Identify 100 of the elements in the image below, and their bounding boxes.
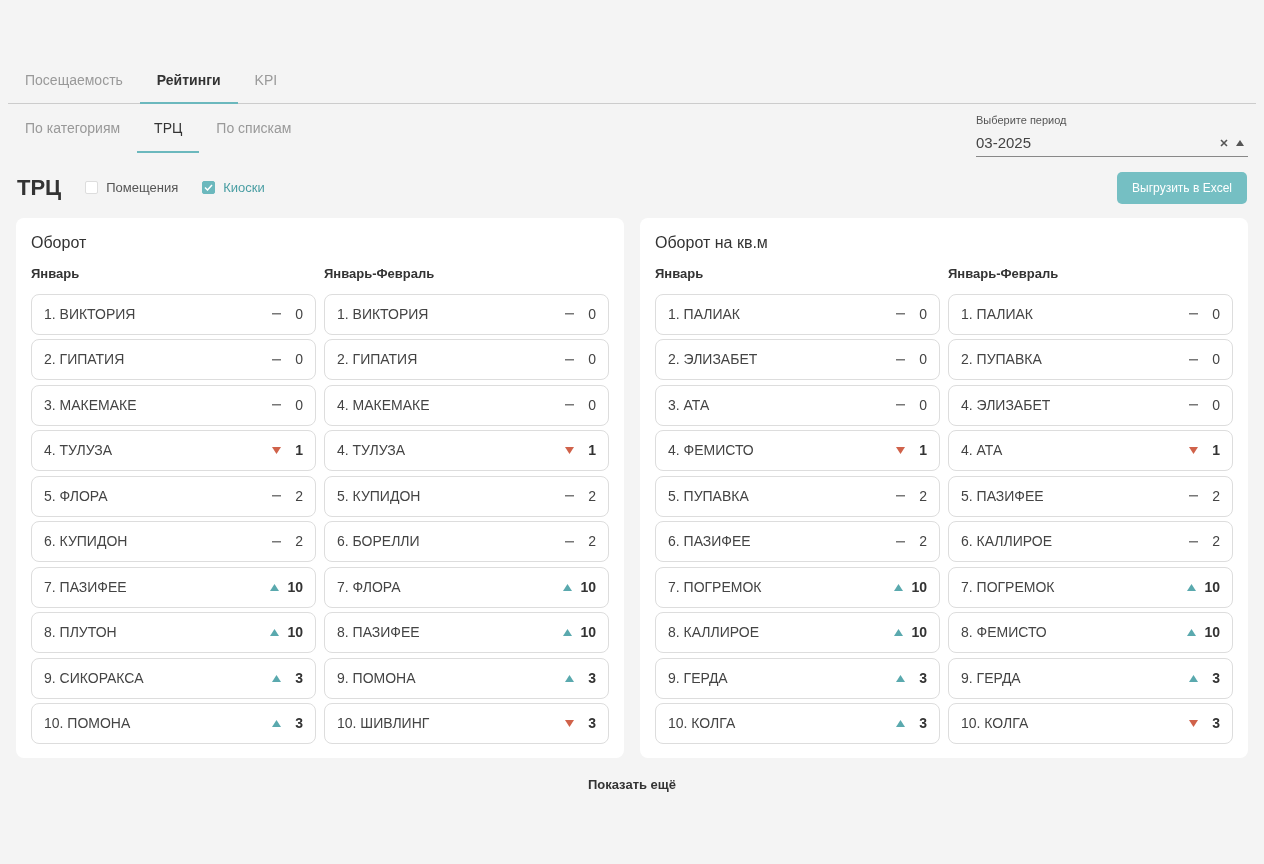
tab[interactable]: По категориям [8,104,138,153]
tab[interactable]: KPI [237,60,295,104]
rating-name: 4. АТА [961,441,1004,460]
rating-name: 2. ГИПАТИЯ [44,350,126,369]
rating-value: 2 [1211,532,1220,551]
rating-value: 0 [1211,395,1220,415]
rating-name: 9. ГЕРДА [961,668,1022,688]
rating-value: 2 [918,486,927,506]
rating-name: 1. ПАЛИАК [668,304,742,324]
rating-value: 1 [918,441,927,460]
rating-value: 1 [1211,441,1220,460]
rating-name: 10. ШИВЛИНГ [337,714,431,733]
rating-value: 3 [1211,668,1220,688]
rating-value: 1 [587,441,596,460]
rating-value: 10 [911,577,927,597]
rating-name: 4. ТУЛУЗА [337,441,407,460]
rating-name: 8. ПАЗИФЕЕ [337,623,421,642]
rating-name: 6. БОРЕЛЛИ [337,532,421,551]
rating-value: 3 [918,668,927,688]
rating-name: 5. ПАЗИФЕЕ [961,486,1045,506]
rating-value: 3 [1211,714,1220,733]
rating-value: 2 [294,486,303,506]
checkbox[interactable] [202,181,216,194]
rating-value: 10 [580,623,596,642]
rating-value: 0 [1211,304,1220,324]
rating-name: 3. МАКЕМАКЕ [44,395,138,415]
tab[interactable]: ТРЦ [137,104,200,153]
rating-name: 4. МАКЕМАКЕ [337,395,431,415]
rating-name: 10. ПОМОНА [44,714,132,733]
rating-name: 1. ВИКТОРИЯ [337,304,430,324]
rating-value: 10 [911,623,927,642]
period-label: Выберите период [976,113,1068,128]
rating-value: 0 [294,395,303,415]
tab[interactable]: Рейтинги [139,60,238,104]
checkbox-label: Помещения [106,178,179,197]
rating-name: 7. ПОГРЕМОК [961,577,1056,597]
checkbox-label: Киоски [223,178,265,197]
rating-value: 3 [294,714,303,733]
rating-value: 3 [918,714,927,733]
rating-name: 3. АТА [668,395,711,415]
rating-name: 8. ПЛУТОН [44,623,118,642]
rating-value: 0 [587,350,596,369]
rating-name: 6. ПАЗИФЕЕ [668,532,752,551]
rating-name: 10. КОЛГА [961,714,1030,733]
rating-value: 10 [287,577,303,597]
rating-value: 0 [1211,350,1220,369]
rating-value: 0 [918,304,927,324]
rating-value: 3 [587,714,596,733]
rating-value: 10 [287,623,303,642]
panel-title: Оборот [31,234,87,251]
rating-name: 2. ГИПАТИЯ [337,350,419,369]
rating-name: 1. ПАЛИАК [961,304,1035,324]
export-excel-button[interactable]: Выгрузить в Excel [1117,171,1247,204]
rating-value: 0 [294,304,303,324]
rating-name: 6. КУПИДОН [44,532,129,551]
rating-value: 3 [587,668,596,688]
rating-value: 0 [918,395,927,415]
rating-name: 4. ФЕМИСТО [668,441,755,460]
rating-value: 2 [918,532,927,551]
rating-name: 8. ФЕМИСТО [961,623,1048,642]
column-title: Январь [655,266,704,281]
rating-value: 0 [587,395,596,415]
checkbox[interactable] [85,181,99,194]
rating-name: 4. ТУЛУЗА [44,441,114,460]
rating-value: 1 [294,441,303,460]
rating-value: 10 [580,577,596,597]
rating-name: 7. ПОГРЕМОК [668,577,763,597]
rating-value: 0 [587,304,596,324]
rating-name: 5. КУПИДОН [337,486,422,506]
rating-value: 0 [294,350,303,369]
rating-name: 7. ПАЗИФЕЕ [44,577,128,597]
rating-name: 1. ВИКТОРИЯ [44,304,137,324]
rating-name: 8. КАЛЛИРОЕ [668,623,761,642]
show-more-button[interactable]: Показать ещё [581,774,683,796]
rating-value: 2 [1211,486,1220,506]
rating-name: 10. КОЛГА [668,714,737,733]
rating-name: 6. КАЛЛИРОЕ [961,532,1054,551]
rating-name: 2. ЭЛИЗАБЕТ [668,350,759,369]
rating-name: 2. ПУПАВКА [961,350,1043,369]
close-icon[interactable] [1220,138,1228,147]
column-title: Январь-Февраль [948,266,1059,281]
tab[interactable]: По спискам [199,104,309,153]
rating-name: 5. ПУПАВКА [668,486,750,506]
rating-value: 10 [1204,623,1220,642]
rating-value: 3 [294,668,303,688]
rating-value: 2 [587,486,596,506]
period-field[interactable]: 03-2025 [976,131,1220,154]
rating-value: 2 [587,532,596,551]
rating-value: 0 [918,350,927,369]
rating-value: 2 [294,532,303,551]
tab[interactable]: Посещаемость [8,60,140,104]
caret-up-icon[interactable] [1236,139,1244,146]
panel-title: Оборот на кв.м [655,234,768,251]
section-heading: ТРЦ [17,174,62,202]
rating-name: 9. ПОМОНА [337,668,417,688]
column-title: Январь-Февраль [324,266,435,281]
rating-name: 9. СИКОРАКСА [44,668,145,688]
rating-name: 4. ЭЛИЗАБЕТ [961,395,1052,415]
column-title: Январь [31,266,80,281]
rating-name: 9. ГЕРДА [668,668,729,688]
